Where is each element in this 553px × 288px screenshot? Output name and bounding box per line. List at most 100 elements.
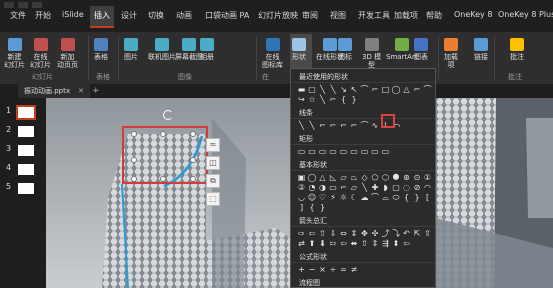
resize-handle[interactable] xyxy=(190,157,196,163)
shape-option-icon[interactable]: ⇩ xyxy=(329,229,338,238)
shape-option-icon[interactable]: ⇕ xyxy=(350,229,359,238)
shape-option-icon[interactable]: ⬡ xyxy=(381,173,390,182)
shape-option-icon[interactable]: { xyxy=(402,193,411,202)
shape-option-icon[interactable]: ☺ xyxy=(308,193,317,202)
resize-handle[interactable] xyxy=(160,131,166,137)
edit-shape-icon[interactable]: ⬚ xyxy=(206,192,220,206)
shape-option-icon[interactable]: ▢ xyxy=(392,183,401,192)
quick-access-icon[interactable] xyxy=(32,2,42,8)
tab-developer[interactable]: 开发工具 xyxy=(358,10,390,21)
ribbon-button-table[interactable]: 表格 xyxy=(94,38,108,61)
shape-option-icon[interactable]: ⇶ xyxy=(381,239,390,248)
shape-option-icon[interactable]: } xyxy=(350,95,359,104)
resize-handle[interactable] xyxy=(160,176,166,182)
shape-option-icon[interactable]: + xyxy=(297,265,306,274)
shape-option-icon[interactable]: ╲ xyxy=(329,85,338,94)
ribbon-button-comment[interactable]: 批注 xyxy=(510,38,524,61)
shape-option-icon[interactable]: ☼ xyxy=(339,193,348,202)
shape-option-icon[interactable]: △ xyxy=(318,173,327,182)
shape-option-icon[interactable]: ◺ xyxy=(329,173,338,182)
tab-insert[interactable]: 插入 xyxy=(90,6,114,28)
shape-option-icon[interactable]: ⇔ xyxy=(339,229,348,238)
close-icon[interactable]: ✕ xyxy=(78,87,84,95)
shape-option-icon[interactable]: ✥ xyxy=(360,229,369,238)
shape-option-icon[interactable]: ⌒ xyxy=(360,85,369,94)
shape-option-icon[interactable]: ╲ xyxy=(318,95,327,104)
ribbon-button-picture[interactable]: 图片 xyxy=(124,38,138,61)
shape-option-icon[interactable]: ▭ xyxy=(329,147,338,156)
shape-option-icon[interactable]: ⌐ xyxy=(318,121,327,130)
shape-option-icon[interactable]: ⤵ xyxy=(392,229,401,238)
slide-thumbnail-5[interactable] xyxy=(18,183,34,194)
shape-option-icon[interactable]: ▢ xyxy=(308,85,317,94)
shape-option-icon[interactable]: ⬍ xyxy=(392,239,401,248)
tab-onekey8-plus[interactable]: OneKey 8 Plus xyxy=(498,10,553,19)
shape-option-icon[interactable]: ◡ xyxy=(297,193,306,202)
shape-option-icon[interactable]: ⌐ xyxy=(339,183,348,192)
ribbon-button-online-picture[interactable]: 联机图片 xyxy=(148,38,176,61)
tab-review[interactable]: 审阅 xyxy=(302,10,318,21)
shape-option-icon[interactable]: { xyxy=(339,95,348,104)
shape-option-icon[interactable]: ▭ xyxy=(371,147,380,156)
shape-option-icon[interactable]: ▭ xyxy=(329,183,338,192)
shape-option-icon[interactable]: ⬠ xyxy=(371,173,380,182)
shape-option-icon[interactable]: ⌐ xyxy=(339,121,348,130)
shape-option-icon[interactable]: ⬭ xyxy=(392,193,401,202)
shape-option-icon[interactable]: ⌒ xyxy=(423,85,432,94)
tab-file[interactable]: 文件 xyxy=(10,10,26,21)
shape-option-icon[interactable]: ◯ xyxy=(392,85,401,94)
shape-option-icon[interactable]: [ xyxy=(423,193,432,202)
shape-option-icon[interactable]: ∿ xyxy=(371,121,380,130)
resize-handle[interactable] xyxy=(190,131,196,137)
shape-option-icon[interactable]: ↘ xyxy=(339,85,348,94)
shape-option-icon[interactable]: ⚡ xyxy=(329,193,338,202)
shape-option-icon[interactable]: ▱ xyxy=(350,183,359,192)
shape-option-icon[interactable]: ↶ xyxy=(402,229,411,238)
shape-option-icon[interactable]: ⌐ xyxy=(329,121,338,130)
shape-option-icon[interactable]: ◠ xyxy=(423,183,432,192)
shape-option-icon[interactable]: ⇦ xyxy=(308,229,317,238)
ribbon-button-3d-model[interactable]: 3D 模 型 xyxy=(362,38,381,69)
shape-option-icon[interactable]: ☾ xyxy=(350,193,359,202)
resize-handle[interactable] xyxy=(190,176,196,182)
ribbon-button-chart[interactable]: 图表 xyxy=(414,38,428,61)
shape-option-icon[interactable]: ⇦ xyxy=(402,239,411,248)
shape-option-icon[interactable]: ▱ xyxy=(339,173,348,182)
rotate-handle-icon[interactable] xyxy=(163,110,173,120)
shape-option-icon[interactable]: ⊛ xyxy=(402,173,411,182)
ribbon-button-link[interactable]: 链接 xyxy=(474,38,488,61)
shape-option-icon[interactable]: ⇱ xyxy=(413,229,422,238)
ribbon-button-icon-library[interactable]: 在线 图标库 xyxy=(262,38,283,69)
shape-option-icon[interactable]: { xyxy=(308,203,317,212)
ribbon-button-icons[interactable]: 图标 xyxy=(338,38,352,61)
tab-view[interactable]: 视图 xyxy=(330,10,346,21)
tab-addins[interactable]: 加载项 xyxy=(394,10,418,21)
shape-option-icon[interactable]: □ xyxy=(381,85,390,94)
format-shape-icon[interactable]: ◫ xyxy=(206,156,220,170)
shape-option-icon[interactable]: ▭ xyxy=(381,147,390,156)
shape-option-icon[interactable]: ⌒ xyxy=(371,193,380,202)
add-tab-icon[interactable]: + xyxy=(92,84,100,98)
shape-option-icon[interactable]: ⊙ xyxy=(413,173,422,182)
shape-option-icon[interactable]: ⯃ xyxy=(392,173,401,182)
shape-option-icon[interactable]: ╲ xyxy=(308,121,317,130)
shape-option-icon[interactable]: ◯ xyxy=(308,173,317,182)
shape-option-icon[interactable]: } xyxy=(413,193,422,202)
quick-access-icon[interactable] xyxy=(4,2,14,8)
shape-option-icon[interactable]: ⌐ xyxy=(413,85,422,94)
ribbon-button-screenshot[interactable]: 屏幕截图 xyxy=(175,38,203,61)
ribbon-button-smartart[interactable]: SmartArt xyxy=(386,38,418,61)
slide-thumbnail-3[interactable] xyxy=(18,145,34,156)
slide-thumbnail-4[interactable] xyxy=(18,164,34,175)
shape-option-icon[interactable]: ⇦ xyxy=(339,239,348,248)
resize-handle[interactable] xyxy=(131,157,137,163)
shape-option-icon[interactable]: ↖ xyxy=(350,85,359,94)
shape-option-icon[interactable]: ⬆ xyxy=(308,239,317,248)
shape-option-icon[interactable]: × xyxy=(318,265,327,274)
slide-thumbnail-2[interactable] xyxy=(18,126,34,137)
shape-option-icon[interactable]: ☆ xyxy=(308,95,317,104)
shape-option-icon[interactable]: ⇄ xyxy=(297,239,306,248)
shape-option-icon[interactable]: ◑ xyxy=(318,183,327,192)
ribbon-button-shapes[interactable]: 形状 xyxy=(292,38,306,61)
shape-option-icon[interactable]: ⏢ xyxy=(350,173,359,182)
